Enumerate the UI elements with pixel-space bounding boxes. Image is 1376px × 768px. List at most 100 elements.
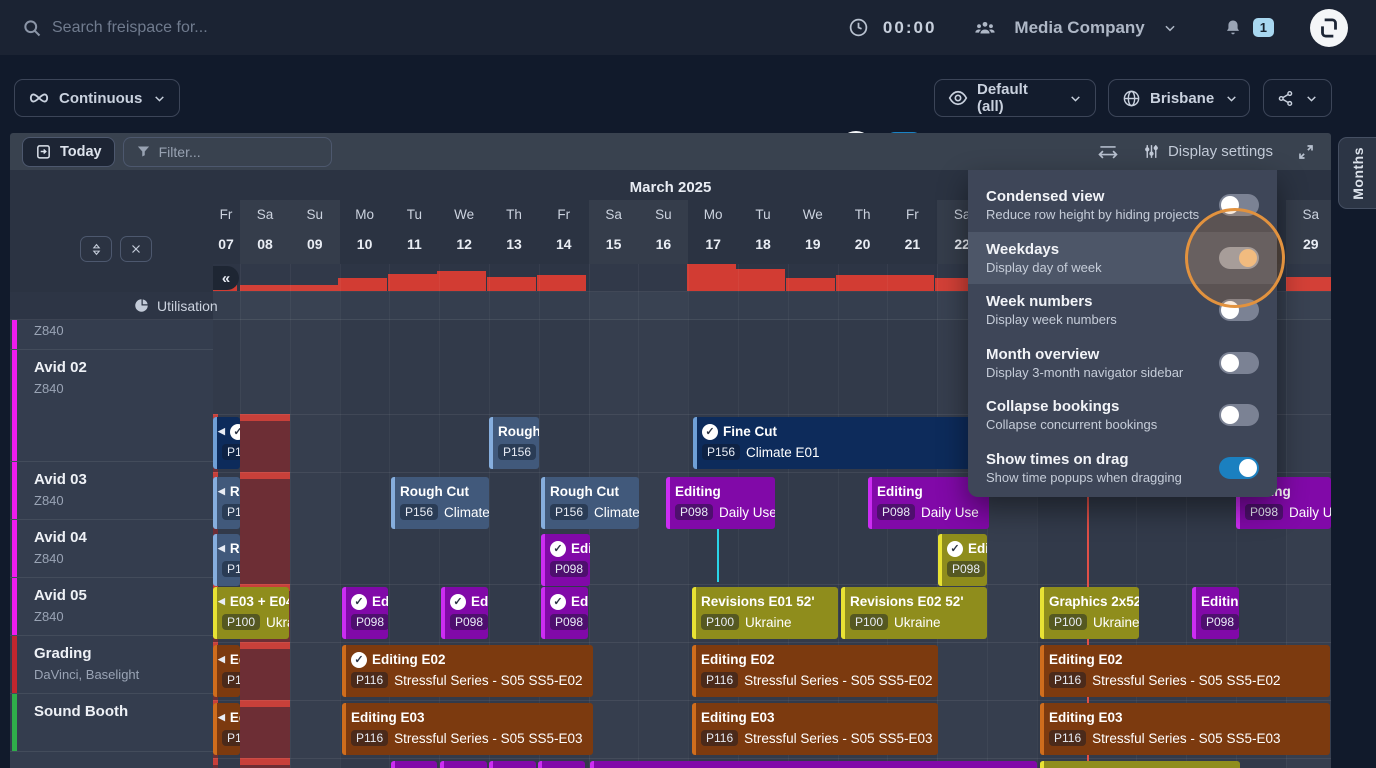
project-code-chip: P156: [222, 561, 240, 577]
resource-row[interactable]: Avid 03Z840: [10, 462, 213, 520]
day-number-label[interactable]: 15: [589, 236, 639, 252]
booking-block[interactable]: Editing E03 P116Stressful Series - S05 S…: [1040, 703, 1330, 755]
booking-block[interactable]: ◀Editing E03 P116: [213, 703, 240, 755]
notification-badge[interactable]: 1: [1253, 18, 1274, 37]
project-code-chip: P116: [1049, 672, 1086, 688]
day-number-label[interactable]: 12: [439, 236, 489, 252]
months-side-tab[interactable]: Months: [1338, 137, 1376, 209]
booking-block[interactable]: Editing E03 P116Stressful Series - S05 S…: [692, 703, 938, 755]
setting-toggle[interactable]: [1219, 352, 1259, 374]
resource-row[interactable]: Avid 04Z840: [10, 520, 213, 578]
timezone-button[interactable]: Brisbane: [1108, 79, 1250, 117]
visibility-filter-button[interactable]: Default (all): [934, 79, 1096, 117]
fullscreen-icon[interactable]: [1297, 143, 1315, 161]
day-number-label[interactable]: 16: [638, 236, 688, 252]
utilisation-bar: [736, 269, 785, 291]
view-mode-button[interactable]: Continuous: [14, 79, 180, 117]
booking-block[interactable]: ✓Editing P098Daily Use: [590, 761, 1037, 768]
day-number-label[interactable]: 08: [240, 236, 290, 252]
booking-block[interactable]: ✓Fine Cut P156Climate E01: [693, 417, 988, 469]
day-number-label[interactable]: 09: [290, 236, 340, 252]
setting-toggle[interactable]: [1219, 247, 1259, 269]
booking-block[interactable]: ✓Editing P098: [440, 761, 487, 768]
display-setting-item[interactable]: Month overview Display 3-month navigator…: [968, 337, 1277, 390]
day-number-label[interactable]: 20: [838, 236, 888, 252]
booking-block[interactable]: Editing P098Daily Use: [666, 477, 775, 529]
display-setting-item[interactable]: Condensed view Reduce row height by hidi…: [968, 179, 1277, 232]
booking-block[interactable]: ◀Editing E02 P116: [213, 645, 240, 697]
confirmed-check-icon: ✓: [550, 594, 566, 610]
booking-block[interactable]: Rough Cut P156Climate: [391, 477, 489, 529]
booking-block[interactable]: Rough Cut P156: [489, 417, 539, 469]
resource-row[interactable]: GradingDaVinci, Baselight: [10, 636, 213, 694]
booking-block[interactable]: ✓Editing P098: [441, 587, 488, 639]
booking-block[interactable]: Editing P098: [1192, 587, 1239, 639]
clear-selection-button[interactable]: [120, 236, 152, 262]
user-avatar[interactable]: [1310, 9, 1348, 47]
booking-block[interactable]: ✓Editing P098: [342, 587, 388, 639]
day-number-label[interactable]: 11: [389, 236, 439, 252]
setting-subtitle: Display 3-month navigator sidebar: [986, 365, 1183, 380]
booking-block[interactable]: Grade 2x52' P100Ukraine: [1040, 761, 1240, 768]
current-time: 00:00: [883, 18, 936, 38]
resource-row[interactable]: Avid 05Z840: [10, 578, 213, 636]
resource-row[interactable]: Avid 02Z840: [10, 350, 213, 462]
display-setting-item[interactable]: Collapse bookings Collapse concurrent bo…: [968, 389, 1277, 442]
global-search-input[interactable]: [52, 19, 372, 37]
booking-block[interactable]: Graphics 2x52' P100Ukraine: [1040, 587, 1139, 639]
setting-toggle[interactable]: [1219, 299, 1259, 321]
fit-width-icon[interactable]: [1097, 143, 1119, 161]
setting-subtitle: Display week numbers: [986, 312, 1117, 327]
day-number-label[interactable]: 13: [489, 236, 539, 252]
display-setting-item[interactable]: Weekdays Display day of week: [968, 232, 1277, 285]
schedule-control-bar: Today Display settings: [10, 133, 1331, 170]
booking-block[interactable]: ✓Editing P098: [538, 761, 585, 768]
booking-project-name: Daily Use: [1289, 505, 1331, 520]
filter-input[interactable]: [159, 144, 309, 160]
booking-block[interactable]: Editing E02 P116Stressful Series - S05 S…: [1040, 645, 1330, 697]
today-button[interactable]: Today: [22, 137, 115, 167]
bell-icon[interactable]: [1223, 18, 1243, 38]
setting-toggle[interactable]: [1219, 457, 1259, 479]
reorder-button[interactable]: [80, 236, 112, 262]
setting-toggle[interactable]: [1219, 404, 1259, 426]
resource-row[interactable]: Sound Booth: [10, 694, 213, 752]
collapse-sidebar-button[interactable]: «: [213, 266, 239, 290]
day-number-label[interactable]: 10: [340, 236, 390, 252]
booking-project-name: Ukraine: [266, 615, 289, 630]
booking-block[interactable]: ✓Editing P098: [391, 761, 437, 768]
project-code-chip: P156: [550, 504, 588, 520]
booking-block[interactable]: ✓Editing P098: [489, 761, 536, 768]
booking-block[interactable]: Editing E03 P116Stressful Series - S05 S…: [342, 703, 593, 755]
booking-block[interactable]: Editing E02 P116Stressful Series - S05 S…: [692, 645, 938, 697]
day-number-label[interactable]: 29: [1286, 236, 1331, 252]
day-number-label[interactable]: 14: [539, 236, 589, 252]
day-number-label[interactable]: 21: [887, 236, 937, 252]
overbooked-row-cap: [240, 642, 290, 649]
booking-block[interactable]: ✓Editing P098: [541, 534, 590, 586]
booking-block[interactable]: Revisions E01 52' P100Ukraine: [692, 587, 838, 639]
booking-block[interactable]: ◀Rough Cut P156: [213, 477, 240, 529]
workspace-name[interactable]: Media Company: [1014, 18, 1144, 38]
day-number-label[interactable]: 18: [738, 236, 788, 252]
chevron-down-icon[interactable]: [1163, 21, 1177, 35]
booking-block[interactable]: ◀✓Rough Cut P156: [213, 417, 240, 469]
booking-block[interactable]: ✓Editing E02 P116Stressful Series - S05 …: [342, 645, 593, 697]
day-number-label[interactable]: 19: [788, 236, 838, 252]
booking-block[interactable]: ✓Editing P098: [541, 587, 588, 639]
share-icon: [1277, 90, 1294, 107]
booking-block[interactable]: ✓Editing P098: [938, 534, 987, 586]
booking-block[interactable]: Rough Cut P156Climate: [541, 477, 639, 529]
weekday-label: Sa: [1286, 207, 1331, 222]
filter-input-wrap[interactable]: [123, 137, 332, 167]
booking-block[interactable]: ◀Rough Cut P156: [213, 534, 240, 586]
booking-block[interactable]: ◀E03 + E04 Revisions P100Ukraine: [213, 587, 289, 639]
resource-subtitle: Z840: [34, 493, 64, 508]
booking-block[interactable]: Revisions E02 52' P100Ukraine: [841, 587, 987, 639]
day-number-label[interactable]: 17: [688, 236, 738, 252]
setting-toggle[interactable]: [1219, 194, 1259, 216]
display-setting-item[interactable]: Week numbers Display week numbers: [968, 284, 1277, 337]
share-button[interactable]: [1263, 79, 1332, 117]
display-settings-button[interactable]: Display settings: [1143, 143, 1273, 160]
display-setting-item[interactable]: Show times on drag Show time popups when…: [968, 442, 1277, 495]
